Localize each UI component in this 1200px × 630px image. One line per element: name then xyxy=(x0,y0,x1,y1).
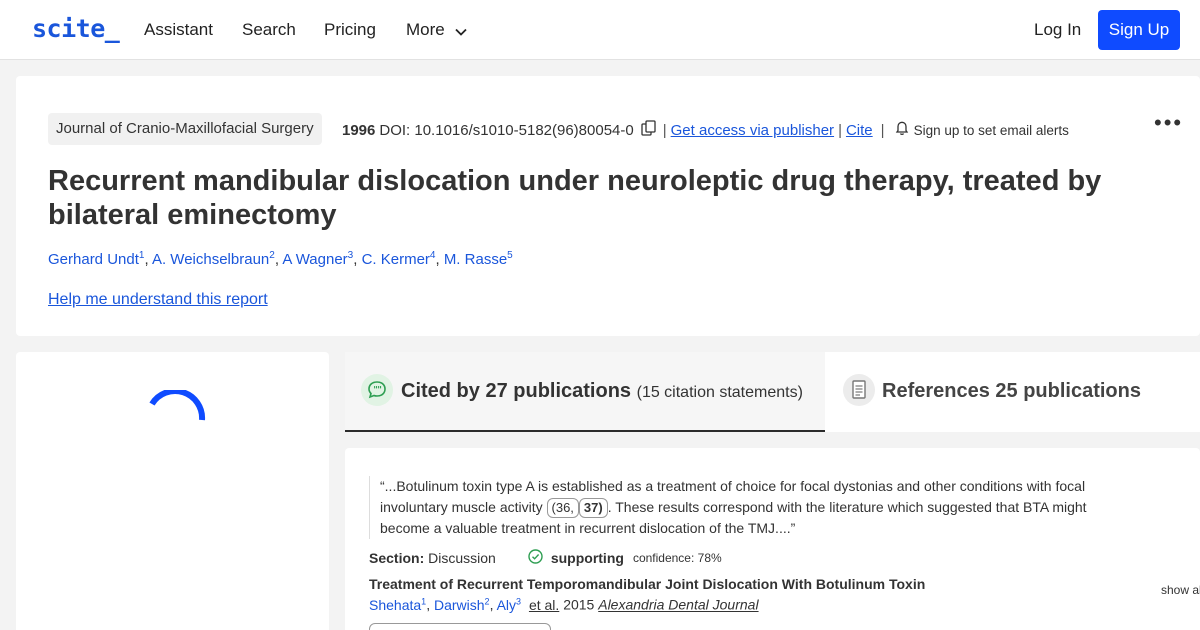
section-value: Discussion xyxy=(428,550,496,566)
scite-logo[interactable]: scite_ xyxy=(32,14,120,43)
paper-journal[interactable]: Alexandria Dental Journal xyxy=(598,597,758,613)
top-nav: scite_ Assistant Search Pricing More Log… xyxy=(0,0,1200,60)
chevron-down-icon xyxy=(455,21,468,41)
article-title: Recurrent mandibular dislocation under n… xyxy=(48,165,1102,231)
tab-cited-by[interactable]: " " Cited by 27 publications (15 citation… xyxy=(345,352,825,432)
check-circle-icon xyxy=(528,549,543,567)
citation-tally-bar xyxy=(369,623,551,630)
nav-more[interactable]: More xyxy=(406,20,468,41)
author-link[interactable]: A Wagner3 xyxy=(282,250,353,268)
paper-year: 2015 xyxy=(563,596,595,613)
side-panel xyxy=(16,352,329,630)
citation-tabs: " " Cited by 27 publications (15 citation… xyxy=(345,352,1200,432)
article-meta: 1996 DOI: 10.1016/s1010-5182(96)80054-0 … xyxy=(342,120,1069,140)
author-link[interactable]: M. Rasse5 xyxy=(444,250,513,268)
cite-link[interactable]: Cite xyxy=(846,122,873,139)
bell-icon[interactable] xyxy=(895,120,909,140)
reference-chip-highlighted[interactable]: 37) xyxy=(578,498,608,518)
author-link[interactable]: Aly3 xyxy=(497,596,521,613)
classification-badge: supporting xyxy=(550,550,624,566)
section-label: Section: xyxy=(369,550,425,566)
author-link[interactable]: Shehata1 xyxy=(369,596,426,613)
author-link[interactable]: A. Weichselbraun2 xyxy=(152,250,275,268)
svg-text:": " xyxy=(377,386,382,396)
citation-quote: “...Botulinum toxin type A is establishe… xyxy=(369,476,1099,539)
doi: DOI: 10.1016/s1010-5182(96)80054-0 xyxy=(379,121,634,139)
cited-by-label: Cited by 27 publications (15 citation st… xyxy=(401,380,803,402)
get-access-link[interactable]: Get access via publisher xyxy=(671,122,834,139)
citing-paper-title[interactable]: Treatment of Recurrent Temporomandibular… xyxy=(369,576,925,592)
nav-assistant[interactable]: Assistant xyxy=(144,20,213,40)
nav-more-label: More xyxy=(406,20,445,39)
email-alerts-link[interactable]: Sign up to set email alerts xyxy=(914,123,1069,138)
confidence-score: confidence: 78% xyxy=(632,551,722,565)
article-header: Journal of Cranio-Maxillofacial Surgery … xyxy=(16,76,1200,336)
help-understand-link[interactable]: Help me understand this report xyxy=(48,291,268,309)
separator: | xyxy=(838,121,842,139)
reference-chip[interactable]: (36, xyxy=(546,498,579,518)
separator: | xyxy=(662,121,667,139)
author-link[interactable]: Gerhard Undt1 xyxy=(48,250,144,268)
publication-year: 1996 xyxy=(342,121,376,139)
author-link[interactable]: Darwish2 xyxy=(434,596,490,613)
loading-spinner-icon xyxy=(146,388,210,435)
show-all-button[interactable]: show all xyxy=(1161,583,1200,597)
signup-button[interactable]: Sign Up xyxy=(1098,10,1180,50)
section-row: Section: Discussion supporting confidenc… xyxy=(369,549,722,567)
document-icon xyxy=(843,374,875,406)
nav-pricing[interactable]: Pricing xyxy=(324,20,376,40)
login-link[interactable]: Log In xyxy=(1034,20,1081,40)
citation-statement-card: “...Botulinum toxin type A is establishe… xyxy=(345,448,1200,630)
copy-icon[interactable] xyxy=(641,120,657,140)
nav-search[interactable]: Search xyxy=(242,20,296,40)
quote-bubble-icon: " " xyxy=(361,374,393,406)
citing-paper-authors: Shehata1, Darwish2, Aly3 et al. 2015 Ale… xyxy=(369,596,759,613)
author-list: Gerhard Undt1, A. Weichselbraun2, A Wagn… xyxy=(48,250,513,268)
tab-references[interactable]: References 25 publications xyxy=(825,352,1200,432)
author-link[interactable]: C. Kermer4 xyxy=(362,250,436,268)
references-label: References 25 publications xyxy=(882,380,1141,402)
journal-chip[interactable]: Journal of Cranio-Maxillofacial Surgery xyxy=(48,113,322,145)
more-options-icon[interactable]: ••• xyxy=(1154,110,1183,136)
separator: | xyxy=(880,121,885,139)
et-al-link[interactable]: et al. xyxy=(529,597,559,613)
